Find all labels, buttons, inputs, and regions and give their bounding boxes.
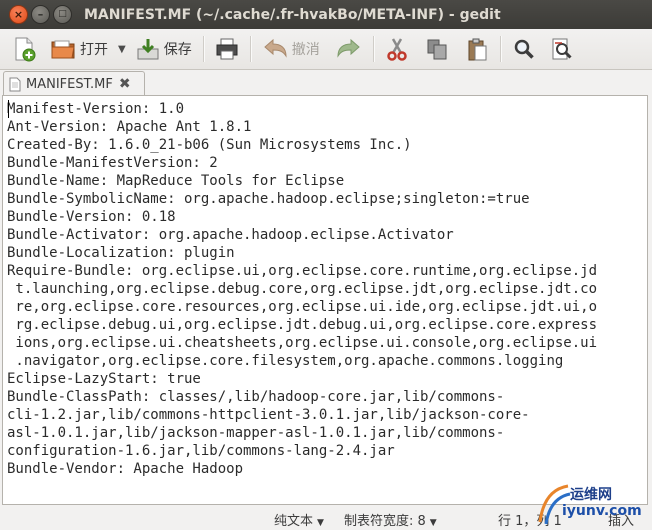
paste-button[interactable] (461, 33, 493, 65)
tab-width-label: 制表符宽度: 8 (344, 514, 426, 529)
toolbar-separator (372, 36, 374, 62)
window-controls: × – □ (9, 5, 72, 24)
text-line: cli-1.2.jar,lib/commons-httpclient-3.0.1… (7, 407, 530, 423)
title-bar: × – □ MANIFEST.MF (~/.cache/.fr-hvakBo/M… (0, 0, 652, 29)
text-line: Require-Bundle: org.eclipse.ui,org.eclip… (7, 263, 598, 279)
search-button[interactable] (508, 33, 540, 65)
chevron-down-icon: ▼ (429, 518, 437, 528)
watermark-text-primary: 运维网 (570, 487, 612, 503)
text-line: Bundle-Localization: plugin (7, 245, 235, 261)
text-cursor (8, 100, 9, 118)
undo-button[interactable]: 撤消 (258, 33, 324, 65)
save-label: 保存 (163, 42, 192, 58)
redo-button[interactable] (332, 33, 366, 65)
language-label: 纯文本 (274, 514, 314, 529)
text-line: .navigator,org.eclipse.core.filesystem,o… (7, 353, 564, 369)
text-line: Bundle-ManifestVersion: 2 (7, 155, 218, 171)
close-window-button[interactable]: × (9, 5, 28, 24)
tab-strip: MANIFEST.MF ✖ (0, 70, 652, 96)
copy-button[interactable] (421, 33, 453, 65)
open-label: 打开 (80, 42, 108, 58)
folder-open-icon (51, 40, 75, 59)
text-line: rg.eclipse.debug.ui,org.eclipse.jdt.debu… (7, 317, 598, 333)
scissors-icon (386, 38, 407, 61)
text-line: Bundle-Activator: org.apache.hadoop.ecli… (7, 227, 454, 243)
new-document-button[interactable] (8, 33, 40, 65)
watermark-text-secondary: iyunv.com (562, 503, 642, 519)
toolbar-separator (499, 36, 501, 62)
open-button[interactable]: 打开 (46, 33, 112, 65)
text-line: Bundle-Name: MapReduce Tools for Eclipse (7, 173, 345, 189)
search-icon (514, 39, 534, 59)
language-selector[interactable]: 纯文本 ▼ (274, 510, 324, 529)
undo-icon (263, 38, 287, 58)
text-line: t.launching,org.eclipse.debug.core,org.e… (7, 281, 598, 297)
text-editor[interactable]: Manifest-Version: 1.0 Ant-Version: Apache… (2, 95, 648, 505)
chevron-down-icon: ▼ (317, 518, 324, 528)
text-line: Eclipse-LazyStart: true (7, 371, 201, 387)
save-icon (137, 39, 159, 60)
undo-label: 撤消 (291, 42, 320, 58)
print-button[interactable] (211, 33, 243, 65)
tab-label: MANIFEST.MF (26, 76, 113, 92)
find-replace-button[interactable] (546, 33, 578, 65)
text-line: Bundle-Version: 0.18 (7, 209, 176, 225)
toolbar: 打开 ▼ 保存 撤消 (0, 29, 652, 70)
minimize-window-button[interactable]: – (31, 5, 50, 24)
redo-icon (337, 38, 360, 58)
text-line: Manifest-Version: 1.0 (7, 101, 185, 117)
maximize-window-button[interactable]: □ (53, 5, 72, 24)
open-recent-dropdown[interactable]: ▼ (114, 44, 132, 55)
text-line: Created-By: 1.6.0_21-b06 (Sun Microsyste… (7, 137, 412, 153)
minimize-icon: – (37, 8, 44, 21)
text-line: ions,org.eclipse.ui.cheatsheets,org.ecli… (7, 335, 598, 351)
cut-button[interactable] (381, 33, 413, 65)
copy-icon (427, 39, 447, 60)
clipboard-icon (468, 38, 487, 61)
watermark-logo: 运维网 iyunv.com (534, 482, 646, 528)
text-line: Bundle-ClassPath: classes/,lib/hadoop-co… (7, 389, 505, 405)
save-button[interactable]: 保存 (132, 33, 196, 65)
close-icon: × (13, 8, 24, 21)
text-line: re,org.eclipse.core.resources,org.eclips… (7, 299, 598, 315)
text-line: Bundle-Vendor: Apache Hadoop (7, 461, 244, 477)
text-line: asl-1.0.1.jar,lib/jackson-mapper-asl-1.0… (7, 425, 505, 441)
text-line: Bundle-SymbolicName: org.apache.hadoop.e… (7, 191, 530, 207)
close-tab-icon[interactable]: ✖ (119, 76, 131, 92)
maximize-icon: □ (58, 9, 67, 19)
window-title: MANIFEST.MF (~/.cache/.fr-hvakBo/META-IN… (84, 6, 501, 23)
new-document-icon (15, 37, 36, 62)
tab-manifest[interactable]: MANIFEST.MF ✖ (3, 71, 145, 96)
toolbar-separator (249, 36, 251, 62)
document-icon (9, 77, 21, 91)
toolbar-separator (202, 36, 204, 62)
text-line: Ant-Version: Apache Ant 1.8.1 (7, 119, 252, 135)
printer-icon (216, 38, 238, 60)
text-line: configuration-1.6.jar,lib/commons-lang-2… (7, 443, 395, 459)
tab-width-selector[interactable]: 制表符宽度: 8 ▼ (344, 510, 437, 529)
find-replace-icon (552, 38, 572, 60)
